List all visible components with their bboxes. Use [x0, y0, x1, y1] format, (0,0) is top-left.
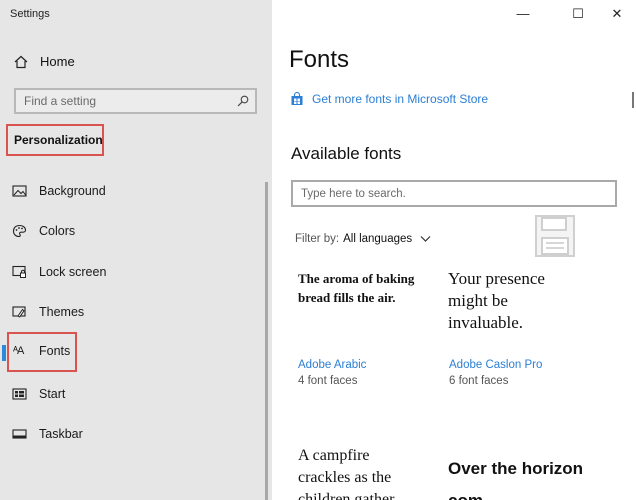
themes-icon — [12, 306, 26, 318]
font-name[interactable]: Adobe Arabic — [298, 359, 366, 371]
sidebar-item-label: Lock screen — [39, 265, 107, 279]
filter-label: Filter by: — [295, 233, 340, 245]
find-setting-box[interactable] — [14, 88, 257, 114]
find-setting-input[interactable] — [24, 94, 237, 108]
main-scrollbar[interactable] — [632, 92, 634, 108]
maximize-button[interactable]: ☐ — [568, 6, 588, 22]
taskbar-icon — [12, 429, 27, 439]
picture-icon — [12, 185, 27, 197]
store-link-label: Get more fonts in Microsoft Store — [312, 92, 489, 106]
sidebar-item-start[interactable]: Start — [12, 384, 65, 404]
page-title: Fonts — [289, 46, 350, 73]
home-icon — [14, 55, 28, 68]
sidebar-item-label: Fonts — [39, 344, 71, 358]
font-faces-count: 4 font faces — [298, 375, 358, 387]
main-pane: — ☐ ✕ Fonts Get more fonts in Microsoft … — [272, 0, 636, 500]
start-icon — [12, 388, 27, 400]
font-name[interactable]: Adobe Caslon Pro — [449, 359, 542, 371]
sidebar-item-fonts[interactable]: ᴬA Fonts — [2, 332, 77, 372]
get-more-fonts-link[interactable]: Get more fonts in Microsoft Store — [290, 92, 488, 106]
search-icon[interactable] — [237, 95, 249, 107]
sidebar-item-taskbar[interactable]: Taskbar — [12, 424, 83, 444]
home-nav-item[interactable]: Home — [14, 54, 75, 69]
font-search-input[interactable] — [301, 187, 615, 200]
sidebar-item-background[interactable]: Background — [12, 181, 106, 201]
fonts-icon: ᴬA — [13, 345, 24, 357]
sidebar-item-colors[interactable]: Colors — [12, 221, 75, 241]
sidebar-item-label: Themes — [39, 305, 85, 319]
palette-icon — [12, 224, 27, 238]
sidebar-item-lock-screen[interactable]: Lock screen — [12, 262, 106, 282]
font-preview-third[interactable]: A campfire crackles as the children gath… — [298, 445, 418, 500]
selection-indicator — [2, 345, 6, 361]
store-icon — [291, 92, 303, 105]
font-preview-fourth[interactable]: Over the horizon com... — [448, 453, 588, 500]
available-fonts-heading: Available fonts — [291, 144, 402, 163]
app-title: Settings — [10, 8, 50, 20]
font-preview-adobe-arabic[interactable]: The aroma of baking bread fills the air. — [298, 269, 428, 307]
sidebar-item-label: Colors — [39, 224, 76, 238]
sidebar-item-label: Background — [39, 184, 106, 198]
minimize-button[interactable]: — — [513, 6, 533, 21]
lock-screen-icon — [12, 265, 26, 278]
close-button[interactable]: ✕ — [607, 6, 627, 22]
floppy-disk-icon — [535, 215, 575, 257]
sidebar-item-label: Taskbar — [39, 427, 83, 441]
language-filter[interactable]: Filter by: All languages — [295, 233, 431, 245]
sidebar: Settings Home Personalization Background… — [0, 0, 272, 500]
font-preview-adobe-caslon-pro[interactable]: Your presence might be invaluable. — [448, 268, 578, 334]
section-header-personalization: Personalization — [6, 124, 104, 156]
sidebar-scrollbar[interactable] — [265, 182, 268, 500]
chevron-down-icon — [420, 236, 431, 242]
filter-value: All languages — [343, 233, 413, 245]
font-search-box[interactable] — [291, 180, 617, 207]
font-faces-count: 6 font faces — [449, 375, 509, 387]
sidebar-item-themes[interactable]: Themes — [12, 302, 84, 322]
sidebar-item-label: Start — [39, 387, 66, 401]
home-label: Home — [40, 54, 75, 69]
